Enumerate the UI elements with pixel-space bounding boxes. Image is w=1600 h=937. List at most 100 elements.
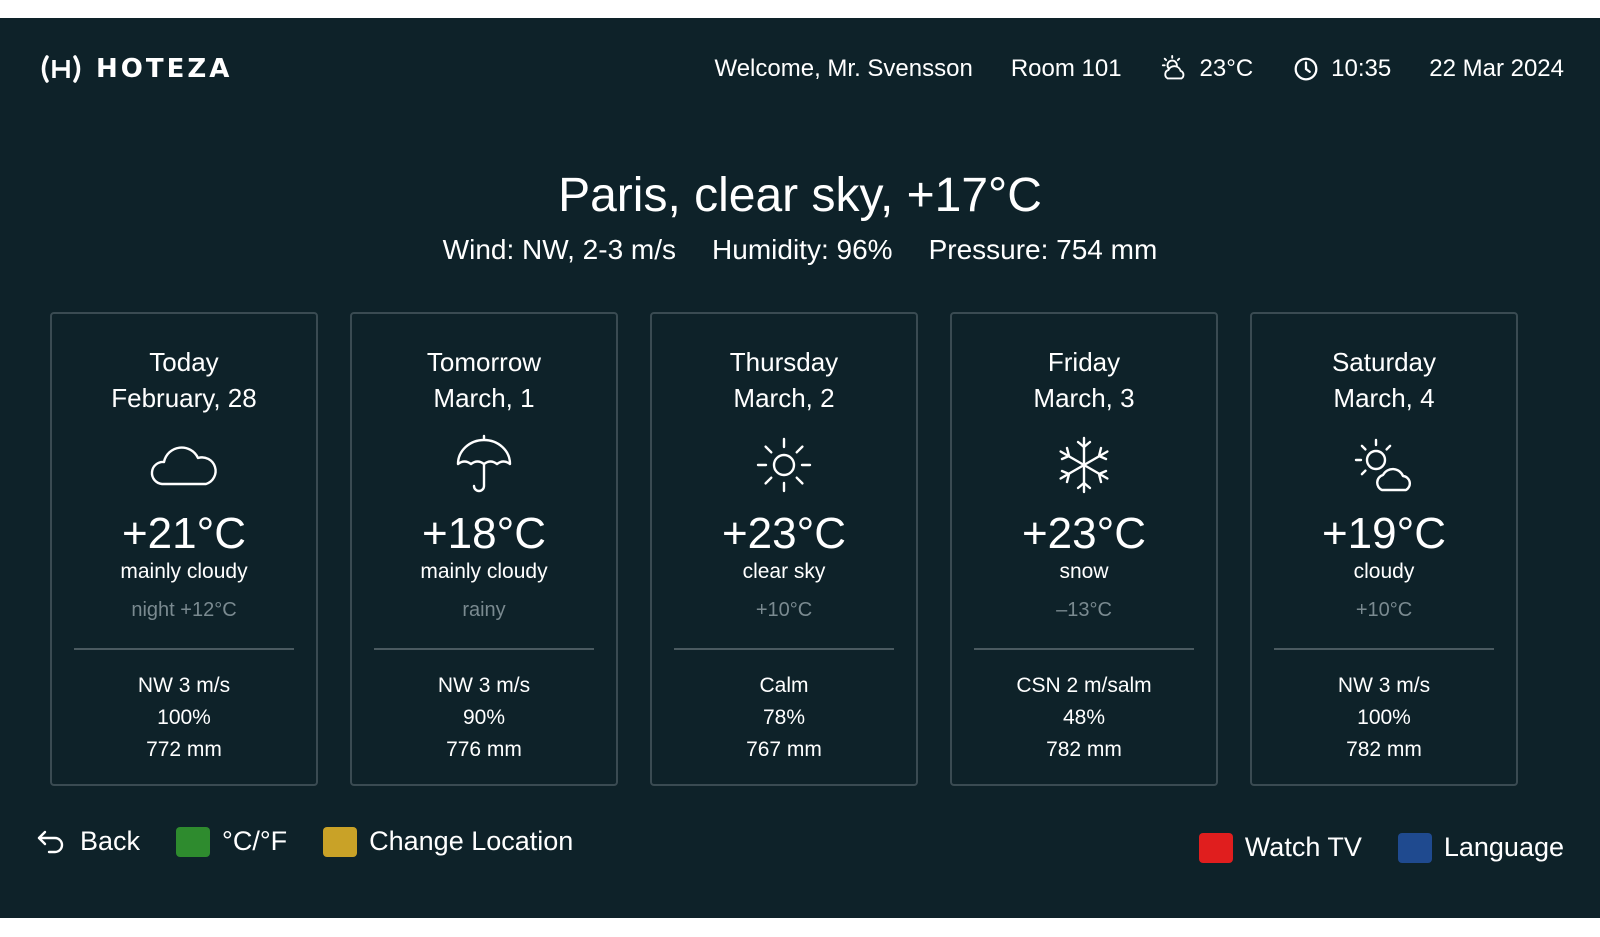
forecast-stats: CSN 2 m/salm 48% 782 mm: [952, 670, 1216, 766]
units-toggle-button[interactable]: °C/°F: [176, 826, 287, 857]
forecast-humidity: 100%: [1357, 706, 1411, 729]
current-pressure: Pressure: 754 mm: [928, 234, 1158, 265]
current-details: Wind: NW, 2-3 m/s Humidity: 96% Pressure…: [0, 234, 1600, 266]
forecast-secondary: rainy: [462, 599, 506, 621]
forecast-secondary: –13°C: [1056, 599, 1112, 621]
weather-screen: HOTEZA Welcome, Mr. Svensson Room 101 23…: [0, 18, 1600, 918]
forecast-secondary: night +12°C: [131, 599, 237, 621]
forecast-wind: NW 3 m/s: [137, 674, 231, 697]
hoteza-logo: HOTEZA: [38, 54, 232, 84]
date-text: 22 Mar 2024: [1429, 55, 1564, 82]
forecast-day: Saturday: [1331, 347, 1437, 377]
forecast-pressure: 782 mm: [1046, 738, 1122, 761]
card-divider: [674, 648, 894, 650]
card-divider: [1274, 648, 1494, 650]
forecast-card-tomorrow[interactable]: Tomorrow March, 1 +18°C mainly cloudy ra…: [350, 312, 618, 786]
snowflake-icon: [1059, 436, 1109, 494]
back-button[interactable]: Back: [36, 826, 140, 857]
forecast-condition: mainly cloudy: [420, 560, 548, 583]
watch-tv-button[interactable]: Watch TV: [1198, 832, 1362, 863]
forecast-card-saturday[interactable]: Saturday March, 4 +19°C cloudy +10°C NW …: [1250, 312, 1518, 786]
current-conditions: Paris, clear sky, +17°C Wind: NW, 2-3 m/…: [0, 168, 1600, 266]
forecast-temp: +21°C: [121, 509, 246, 558]
forecast-condition: snow: [1059, 560, 1109, 583]
time-text: 10:35: [1331, 55, 1392, 82]
current-date: 22 Mar 2024: [1429, 55, 1564, 83]
umbrella-icon: [456, 434, 512, 493]
hoteza-logo-icon: [41, 55, 81, 83]
cloud-icon: [150, 446, 217, 486]
language-label: Language: [1443, 832, 1564, 862]
forecast-condition: mainly cloudy: [120, 560, 248, 583]
forecast-day: Today: [149, 347, 219, 377]
watch-tv-label: Watch TV: [1244, 832, 1362, 862]
yellow-key-icon: [323, 826, 358, 857]
forecast-humidity: 100%: [157, 706, 211, 729]
forecast-wind: NW 3 m/s: [437, 674, 531, 697]
footer-left-controls: Back °C/°F Change Location: [36, 826, 589, 857]
sun-icon: [756, 437, 812, 493]
partly-cloudy-icon: [1161, 54, 1184, 80]
forecast-pressure: 767 mm: [746, 738, 822, 761]
units-label: °C/°F: [222, 826, 288, 856]
forecast-temp: +19°C: [1321, 509, 1446, 558]
room-number: Room 101: [1011, 55, 1122, 83]
partly-cloudy-icon: [1354, 438, 1411, 492]
forecast-date: February, 28: [111, 383, 257, 413]
card-divider: [374, 648, 594, 650]
room-text: Room 101: [1010, 55, 1122, 82]
language-button[interactable]: Language: [1397, 832, 1564, 863]
temperature-text: 23°C: [1199, 55, 1254, 82]
blue-key-icon: [1397, 832, 1432, 863]
back-arrow-icon: [37, 830, 64, 853]
current-temperature: 23°C: [1160, 54, 1254, 84]
forecast-temp: +23°C: [1021, 509, 1146, 558]
forecast-temp: +23°C: [721, 509, 846, 558]
current-time: 10:35: [1291, 54, 1391, 84]
footer-right-controls: Watch TV Language: [1198, 832, 1564, 863]
forecast-pressure: 772 mm: [146, 738, 222, 761]
forecast-condition: cloudy: [1353, 560, 1415, 583]
status-bar: Welcome, Mr. Svensson Room 101 23°C 10:3…: [714, 54, 1564, 84]
forecast-day: Friday: [1047, 347, 1121, 377]
forecast-stats: NW 3 m/s 90% 776 mm: [352, 670, 616, 766]
red-key-icon: [1198, 832, 1233, 863]
forecast-humidity: 90%: [462, 706, 506, 729]
forecast-wind: NW 3 m/s: [1337, 674, 1431, 697]
forecast-date: March, 3: [1033, 383, 1135, 413]
welcome-message: Welcome, Mr. Svensson: [714, 55, 972, 83]
clock-icon: [1294, 57, 1318, 81]
current-humidity: Humidity: 96%: [712, 234, 893, 265]
forecast-pressure: 782 mm: [1346, 738, 1422, 761]
forecast-condition: clear sky: [742, 560, 826, 583]
forecast-temp: +18°C: [421, 509, 546, 558]
forecast-secondary: +10°C: [1355, 599, 1413, 621]
change-location-label: Change Location: [369, 826, 574, 856]
current-wind: Wind: NW, 2-3 m/s: [442, 234, 677, 265]
brand-name: HOTEZA: [96, 54, 233, 84]
forecast-card-thursday[interactable]: Thursday March, 2 +23°C clear sky +10°C: [650, 312, 918, 786]
forecast-card-today[interactable]: Today February, 28 +21°C mainly cloudy n…: [50, 312, 318, 786]
forecast-stats: Calm 78% 767 mm: [652, 670, 916, 766]
forecast-stats: NW 3 m/s 100% 782 mm: [1252, 670, 1516, 766]
card-divider: [974, 648, 1194, 650]
forecast-pressure: 776 mm: [446, 738, 522, 761]
forecast-date: March, 4: [1333, 383, 1435, 413]
welcome-text: Welcome, Mr. Svensson: [714, 55, 973, 82]
current-title: Paris, clear sky, +17°C: [558, 169, 1042, 222]
back-label: Back: [80, 826, 141, 856]
change-location-button[interactable]: Change Location: [323, 826, 573, 857]
card-divider: [74, 648, 294, 650]
forecast-secondary: +10°C: [755, 599, 813, 621]
forecast-day: Tomorrow: [426, 347, 542, 377]
forecast-card-friday[interactable]: Friday March, 3 +23°C snow –13°C CSN 2 m…: [950, 312, 1218, 786]
forecast-cards: Today February, 28 +21°C mainly cloudy n…: [50, 312, 1518, 786]
forecast-stats: NW 3 m/s 100% 772 mm: [52, 670, 316, 766]
green-key-icon: [176, 826, 211, 857]
forecast-humidity: 48%: [1062, 706, 1106, 729]
forecast-date: March, 2: [733, 383, 835, 413]
forecast-wind: Calm: [759, 674, 809, 697]
forecast-humidity: 78%: [762, 706, 806, 729]
forecast-wind: CSN 2 m/salm: [1016, 674, 1152, 697]
forecast-date: March, 1: [433, 383, 535, 413]
